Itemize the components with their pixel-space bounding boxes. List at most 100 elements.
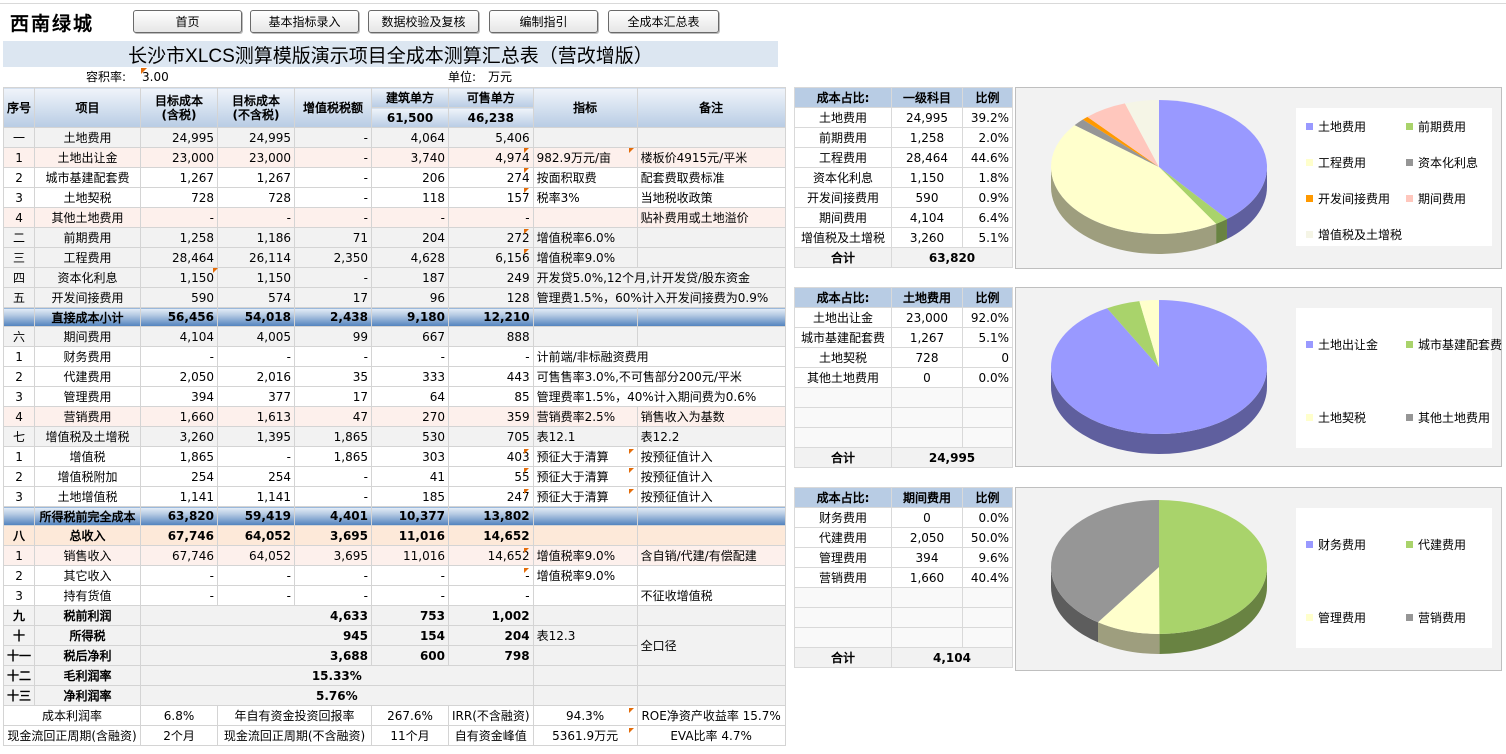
row-value[interactable]: - bbox=[217, 585, 296, 606]
row-item[interactable]: 税前利润 bbox=[34, 605, 142, 626]
row-value[interactable]: 3,260 bbox=[140, 426, 219, 447]
row-indicator[interactable]: 计前端/非标融资费用 bbox=[532, 346, 786, 367]
row-seq[interactable]: 3 bbox=[2, 187, 36, 208]
row-remark[interactable] bbox=[636, 665, 786, 686]
row-value[interactable]: 5,406 bbox=[448, 127, 534, 148]
row-value[interactable]: 303 bbox=[371, 446, 450, 467]
ratio-value[interactable]: 94.3% bbox=[532, 705, 638, 726]
row-seq[interactable]: 十 bbox=[2, 625, 36, 646]
row-seq[interactable]: 三 bbox=[2, 247, 36, 268]
row-remark[interactable] bbox=[636, 525, 786, 546]
row-value[interactable]: 206 bbox=[371, 167, 450, 188]
row-value[interactable]: 254 bbox=[140, 466, 219, 487]
side-cell[interactable]: 1.8% bbox=[962, 167, 1013, 188]
row-seq[interactable]: 六 bbox=[2, 326, 36, 347]
row-indicator[interactable]: 增值税率6.0% bbox=[532, 227, 638, 248]
side-cell[interactable]: 24,995 bbox=[891, 107, 963, 128]
row-value[interactable]: 728 bbox=[217, 187, 296, 208]
header-item[interactable]: 项目 bbox=[34, 87, 142, 128]
row-value[interactable]: 118 bbox=[371, 187, 450, 208]
row-seq[interactable]: 3 bbox=[2, 585, 36, 606]
row-value[interactable]: - bbox=[140, 565, 219, 586]
header-build-unit[interactable]: 建筑单方 bbox=[371, 87, 450, 108]
row-value[interactable]: 254 bbox=[217, 466, 296, 487]
side-cell[interactable]: 1,150 bbox=[891, 167, 963, 188]
row-value[interactable]: 247 bbox=[448, 486, 534, 507]
row-value[interactable]: - bbox=[294, 147, 373, 168]
row-indicator[interactable]: 开发贷5.0%,12个月,计开发贷/股东资金 bbox=[532, 267, 786, 288]
nav-guide-button[interactable]: 编制指引 bbox=[489, 10, 598, 33]
row-seq[interactable]: 十一 bbox=[2, 645, 36, 666]
row-value[interactable]: 274 bbox=[448, 167, 534, 188]
row-indicator[interactable]: 982.9万元/亩 bbox=[532, 147, 638, 168]
row-remark[interactable]: 楼板价4915元/平米 bbox=[636, 147, 786, 168]
header-sale-unit[interactable]: 可售单方 bbox=[448, 87, 534, 108]
row-value[interactable]: 530 bbox=[371, 426, 450, 447]
row-value[interactable]: 4,064 bbox=[371, 127, 450, 148]
row-value[interactable]: 54,018 bbox=[217, 307, 296, 327]
ratio-label[interactable]: 成本利润率 bbox=[2, 705, 142, 726]
side-cell[interactable] bbox=[962, 387, 1013, 408]
row-value[interactable]: - bbox=[140, 207, 219, 228]
side-cell[interactable]: 44.6% bbox=[962, 147, 1013, 168]
row-item[interactable]: 财务费用 bbox=[34, 346, 142, 367]
row-indicator[interactable] bbox=[532, 506, 638, 526]
row-value[interactable]: 24,995 bbox=[217, 127, 296, 148]
row-seq[interactable]: 1 bbox=[2, 545, 36, 566]
row-value[interactable]: - bbox=[294, 466, 373, 487]
side-cell[interactable]: 590 bbox=[891, 187, 963, 208]
side-cell[interactable]: 394 bbox=[891, 547, 963, 568]
row-value[interactable]: 67,746 bbox=[140, 525, 219, 546]
row-value[interactable]: 5.76% bbox=[140, 685, 534, 706]
row-indicator[interactable] bbox=[532, 307, 638, 327]
row-value[interactable]: 41 bbox=[371, 466, 450, 487]
side-cell[interactable]: 39.2% bbox=[962, 107, 1013, 128]
row-remark[interactable] bbox=[636, 307, 786, 327]
side-cell[interactable] bbox=[962, 427, 1013, 448]
row-item[interactable]: 土地出让金 bbox=[34, 147, 142, 168]
row-value[interactable]: 1,613 bbox=[217, 406, 296, 427]
row-item[interactable]: 代建费用 bbox=[34, 366, 142, 387]
side-cell[interactable]: 土地费用 bbox=[794, 107, 892, 128]
row-value[interactable]: - bbox=[448, 565, 534, 586]
side-cell[interactable]: 40.4% bbox=[962, 567, 1013, 588]
row-value[interactable]: - bbox=[294, 127, 373, 148]
row-item[interactable]: 总收入 bbox=[34, 525, 142, 546]
side-cell[interactable]: 1,660 bbox=[891, 567, 963, 588]
row-seq[interactable]: 2 bbox=[2, 366, 36, 387]
ratio-label[interactable]: ROE净资产收益率 15.7% bbox=[636, 705, 786, 726]
row-value[interactable]: - bbox=[294, 565, 373, 586]
row-value[interactable]: 128 bbox=[448, 287, 534, 308]
row-value[interactable]: 59,419 bbox=[217, 506, 296, 526]
row-item[interactable]: 增值税及土增税 bbox=[34, 426, 142, 447]
row-value[interactable]: 157 bbox=[448, 187, 534, 208]
row-value[interactable]: 2,438 bbox=[294, 307, 373, 327]
side-cell[interactable]: 代建费用 bbox=[794, 527, 892, 548]
side-cell[interactable]: 9.6% bbox=[962, 547, 1013, 568]
row-value[interactable]: 1,865 bbox=[294, 446, 373, 467]
side-cell[interactable]: 2,050 bbox=[891, 527, 963, 548]
row-value[interactable]: 187 bbox=[371, 267, 450, 288]
side-cell[interactable]: 23,000 bbox=[891, 307, 963, 328]
row-seq[interactable] bbox=[2, 307, 36, 327]
side-cell[interactable] bbox=[962, 407, 1013, 428]
row-value[interactable]: 377 bbox=[217, 386, 296, 407]
side-cell[interactable]: 土地契税 bbox=[794, 347, 892, 368]
row-seq[interactable]: 3 bbox=[2, 386, 36, 407]
row-value[interactable]: 728 bbox=[140, 187, 219, 208]
row-indicator[interactable]: 增值税率9.0% bbox=[532, 565, 638, 586]
row-value[interactable]: 1,395 bbox=[217, 426, 296, 447]
row-value[interactable]: 11,016 bbox=[371, 525, 450, 546]
side-cell[interactable] bbox=[794, 387, 892, 408]
row-remark[interactable]: 按预征值计入 bbox=[636, 486, 786, 507]
row-seq[interactable]: 七 bbox=[2, 426, 36, 447]
row-indicator[interactable]: 表12.3 bbox=[532, 625, 638, 646]
header-target-notax[interactable]: 目标成本 (不含税) bbox=[217, 87, 296, 128]
row-seq[interactable]: 3 bbox=[2, 486, 36, 507]
row-item[interactable]: 土地费用 bbox=[34, 127, 142, 148]
row-remark[interactable]: 按预征值计入 bbox=[636, 466, 786, 487]
row-value[interactable]: 12,210 bbox=[448, 307, 534, 327]
side-cell[interactable] bbox=[891, 627, 963, 648]
row-value[interactable]: 17 bbox=[294, 287, 373, 308]
row-value[interactable]: 13,802 bbox=[448, 506, 534, 526]
